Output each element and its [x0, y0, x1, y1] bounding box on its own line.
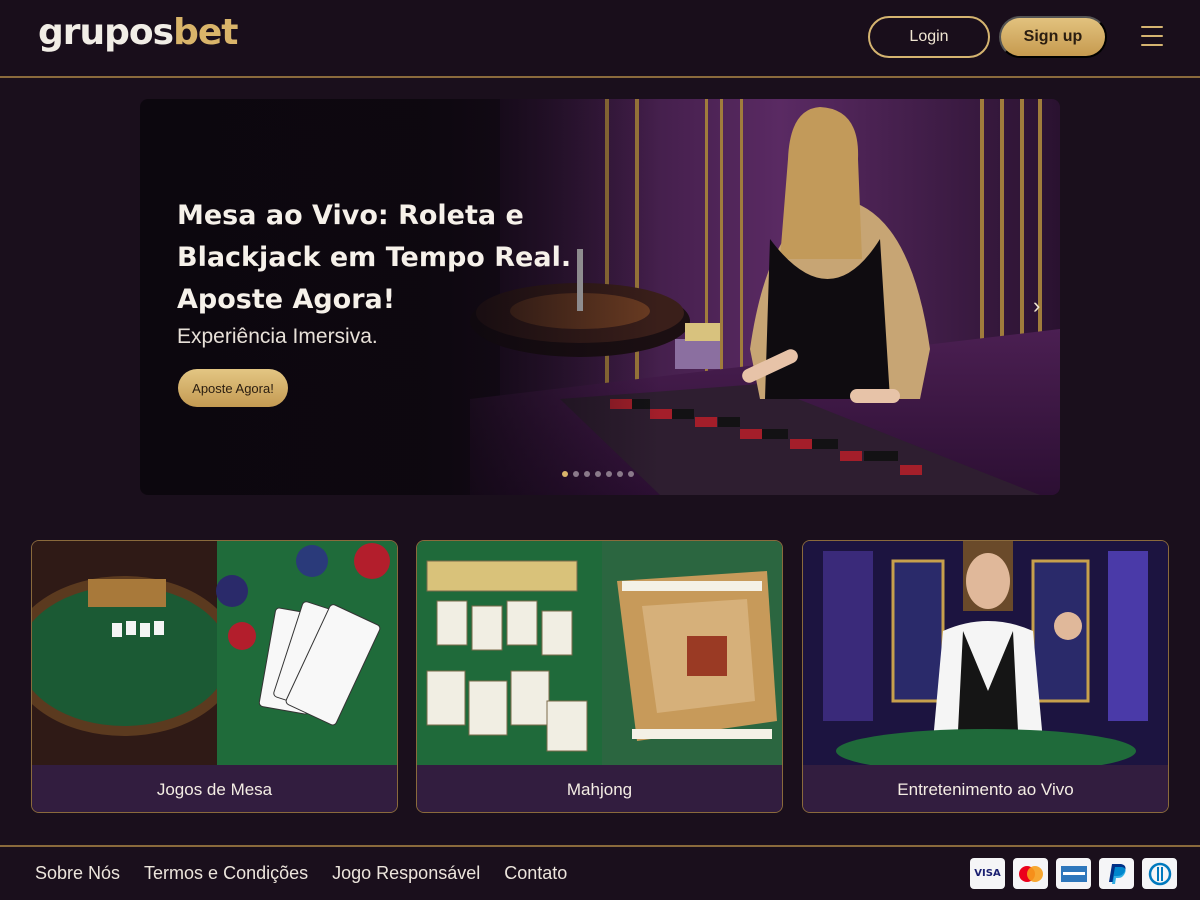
- carousel-dot[interactable]: [562, 471, 568, 477]
- hero-title: Mesa ao Vivo: Roleta e Blackjack em Temp…: [177, 200, 572, 315]
- site-footer: Sobre Nós Termos e Condições Jogo Respon…: [0, 845, 1200, 900]
- carousel-dot[interactable]: [628, 471, 634, 477]
- footer-link-sobre-nos[interactable]: Sobre Nós: [35, 863, 120, 884]
- hero-banner[interactable]: Mesa ao Vivo: Roleta e Blackjack em Temp…: [140, 99, 1060, 495]
- footer-link-contato[interactable]: Contato: [504, 863, 567, 884]
- carousel-dot[interactable]: [595, 471, 601, 477]
- carousel-dots: [562, 471, 634, 477]
- logo-text-accent: bet: [173, 12, 238, 53]
- paypal-icon: [1099, 858, 1134, 889]
- footer-link-termos[interactable]: Termos e Condições: [144, 863, 308, 884]
- hero-cta-button[interactable]: Aposte Agora!: [178, 369, 288, 407]
- hamburger-menu-icon[interactable]: [1141, 26, 1163, 48]
- carousel-dot[interactable]: [573, 471, 579, 477]
- carousel-dot[interactable]: [617, 471, 623, 477]
- site-logo[interactable]: gruposbet: [38, 12, 239, 53]
- carousel-dot[interactable]: [606, 471, 612, 477]
- carousel-dot[interactable]: [584, 471, 590, 477]
- mastercard-icon: [1013, 858, 1048, 889]
- category-label: Jogos de Mesa: [32, 765, 397, 812]
- category-card-jogos-de-mesa[interactable]: Jogos de Mesa: [31, 540, 398, 813]
- category-card-entretenimento-ao-vivo[interactable]: Entretenimento ao Vivo: [802, 540, 1169, 813]
- category-label: Entretenimento ao Vivo: [803, 765, 1168, 812]
- american-express-icon: [1056, 858, 1091, 889]
- logo-text-main: grupos: [38, 12, 174, 53]
- category-label: Mahjong: [417, 765, 782, 812]
- live-dealer-studio-image: [803, 541, 1168, 765]
- chevron-right-icon[interactable]: ›: [1033, 293, 1047, 318]
- site-header: gruposbet Login Sign up: [0, 0, 1200, 78]
- signup-button[interactable]: Sign up: [999, 16, 1107, 58]
- mahjong-tiles-image: [417, 541, 782, 765]
- category-card-mahjong[interactable]: Mahjong: [416, 540, 783, 813]
- hero-subtitle: Experiência Imersiva.: [177, 325, 378, 348]
- login-button[interactable]: Login: [868, 16, 990, 58]
- diners-club-icon: [1142, 858, 1177, 889]
- payment-methods: VISA: [970, 858, 1177, 889]
- footer-links: Sobre Nós Termos e Condições Jogo Respon…: [35, 863, 567, 884]
- blackjack-table-image: [32, 541, 397, 765]
- footer-link-jogo-responsavel[interactable]: Jogo Responsável: [332, 863, 480, 884]
- visa-icon: VISA: [970, 858, 1005, 889]
